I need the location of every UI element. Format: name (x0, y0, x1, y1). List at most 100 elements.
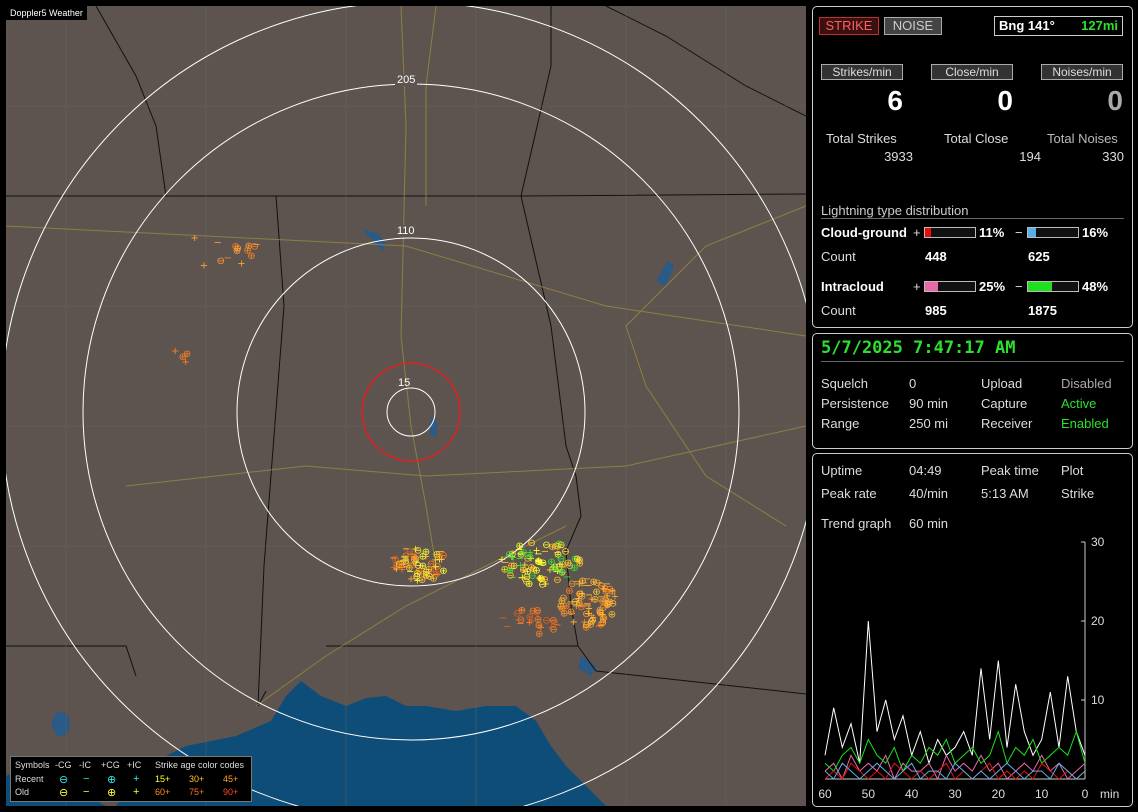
y-tick-label: 10 (1091, 693, 1105, 707)
trend-series-line (824, 729, 1086, 773)
legend-old-minus-cg-icon: ⊖ (59, 787, 69, 799)
upload-status: Disabled (1061, 376, 1112, 391)
legend-old-plus-cg-icon: ⊕ (107, 787, 117, 799)
legend-age-title: Strike age color codes (155, 760, 245, 770)
y-tick-label: 30 (1091, 535, 1105, 549)
legend-header-minus-ic: -IC (79, 760, 91, 770)
strike-marker: − (432, 569, 440, 580)
peak-time-label: Peak time (981, 463, 1039, 478)
highways (6, 6, 806, 707)
persistence-value: 90 min (909, 396, 949, 411)
strikes-per-min-header[interactable]: Strikes/min (821, 64, 903, 80)
x-axis-unit: min (1100, 787, 1119, 801)
legend-recent-plus-cg-icon: ⊕ (107, 774, 117, 786)
strike-marker: − (224, 253, 232, 264)
strike-marker: + (191, 233, 199, 244)
strike-marker: − (568, 608, 576, 619)
distance-value: 127mi (1081, 18, 1118, 33)
strike-marker: ⊕ (596, 605, 604, 616)
bearing-box: Bng 141° 127mi (994, 16, 1123, 36)
legend-old-minus-ic-icon: − (83, 786, 90, 798)
trend-panel: Uptime 04:49 Peak time Plot Peak rate 40… (812, 453, 1133, 807)
strike-marker: ⊕ (233, 246, 241, 257)
legend-age-60: 60+ (155, 787, 171, 797)
legend-symbols-label: Symbols (15, 760, 50, 770)
total-noises-value: 330 (1102, 149, 1124, 164)
legend-recent-minus-ic-icon: − (83, 773, 90, 785)
strike-marker: ⊖ (517, 615, 525, 626)
state-borders (6, 6, 806, 707)
range-value: 250 mi (909, 416, 949, 431)
ic-plus-count: 985 (925, 303, 947, 318)
strike-marker: − (553, 620, 561, 631)
legend-age-45: 45+ (223, 774, 239, 784)
datetime-divider (821, 361, 1124, 362)
legend-age-15: 15+ (155, 774, 171, 784)
strike-marker: − (499, 613, 507, 624)
uptime-label: Uptime (821, 463, 863, 478)
datetime-display: 5/7/2025 7:47:17 AM (821, 338, 1016, 358)
close-per-min-value: 0 (997, 85, 1013, 116)
y-tick-label: 20 (1091, 614, 1105, 628)
range-label: Range (821, 416, 860, 431)
strike-marker: ⊖ (582, 620, 590, 631)
strike-marker: + (584, 609, 592, 620)
ic-minus-sign: − (1015, 279, 1023, 294)
cg-minus-bar (1027, 227, 1079, 238)
strike-marker: ⊖ (557, 540, 565, 551)
strike-marker: + (509, 553, 517, 564)
close-per-min-header[interactable]: Close/min (931, 64, 1013, 80)
strike-marker: ⊕ (402, 556, 410, 567)
legend-age-30: 30+ (189, 774, 205, 784)
receiver-status: Enabled (1061, 416, 1109, 431)
plot-label: Plot (1061, 463, 1084, 478)
ring-label-15: 15 (398, 377, 411, 389)
strike-marker: ⊕ (519, 565, 527, 576)
ic-plus-sign: + (913, 279, 921, 294)
map-legend: Symbols -CG -IC +CG +IC Strike age color… (10, 756, 252, 802)
strike-marker: ⊖ (527, 538, 535, 549)
ic-plus-percent: 25% (979, 279, 1006, 294)
legend-old-label: Old (15, 787, 30, 797)
total-close-value: 194 (1019, 149, 1041, 164)
strike-marker: ⊕ (535, 629, 543, 640)
x-tick-label: 50 (862, 787, 876, 801)
strike-marker: ⊖ (413, 572, 421, 583)
ring-label-110: 110 (395, 225, 417, 237)
bearing-value: Bng 141° (999, 18, 1055, 33)
lightning-map[interactable]: ⊕ − − ⊕ + − ⊕ + ⊕ − − ⊕ ⊖ ⊕ ⊖ + + ⊕ − ⊖ + ⊖ + − + + ⊖ − ⊕ ⊕ + + ⊕ ⊕ − − + ⊕ ⊖ −… (6, 6, 806, 806)
cloud-ground-label: Cloud-ground (821, 225, 907, 240)
strike-marker: + (437, 555, 445, 566)
legend-recent-label: Recent (15, 774, 44, 784)
legend-age-90: 90+ (223, 787, 239, 797)
distribution-title: Lightning type distribution (821, 203, 969, 218)
cg-plus-bar (924, 227, 976, 238)
cg-minus-sign: − (1015, 225, 1023, 240)
total-strikes-label: Total Strikes (826, 131, 897, 146)
noise-button[interactable]: NOISE (884, 17, 942, 35)
trend-graph-value[interactable]: 60 min (909, 516, 948, 531)
cg-minus-count: 625 (1028, 249, 1050, 264)
cg-minus-percent: 16% (1082, 225, 1109, 240)
ic-plus-bar (924, 281, 976, 292)
strike-marker: ⊕ (516, 541, 524, 552)
ic-count-label: Count (821, 303, 856, 318)
strike-marker: ⊕ (575, 555, 583, 566)
strikes-per-min-value: 6 (887, 85, 903, 116)
ic-minus-count: 1875 (1028, 303, 1057, 318)
noises-per-min-header[interactable]: Noises/min (1041, 64, 1123, 80)
strike-marker: ⊕ (608, 610, 616, 621)
strike-marker: ⊖ (526, 552, 534, 563)
x-tick-label: 10 (1035, 787, 1049, 801)
strike-marker: − (552, 566, 560, 577)
strike-marker: ⊕ (247, 251, 255, 262)
ic-minus-percent: 48% (1082, 279, 1109, 294)
plot-value[interactable]: Strike (1061, 486, 1094, 501)
strike-marker: + (182, 357, 190, 368)
trend-graph-label: Trend graph (821, 516, 892, 531)
strike-button[interactable]: STRIKE (819, 17, 879, 35)
cg-plus-percent: 11% (979, 225, 1005, 240)
strike-marker: − (595, 621, 603, 632)
ic-minus-bar (1027, 281, 1079, 292)
x-tick-label: 30 (948, 787, 962, 801)
